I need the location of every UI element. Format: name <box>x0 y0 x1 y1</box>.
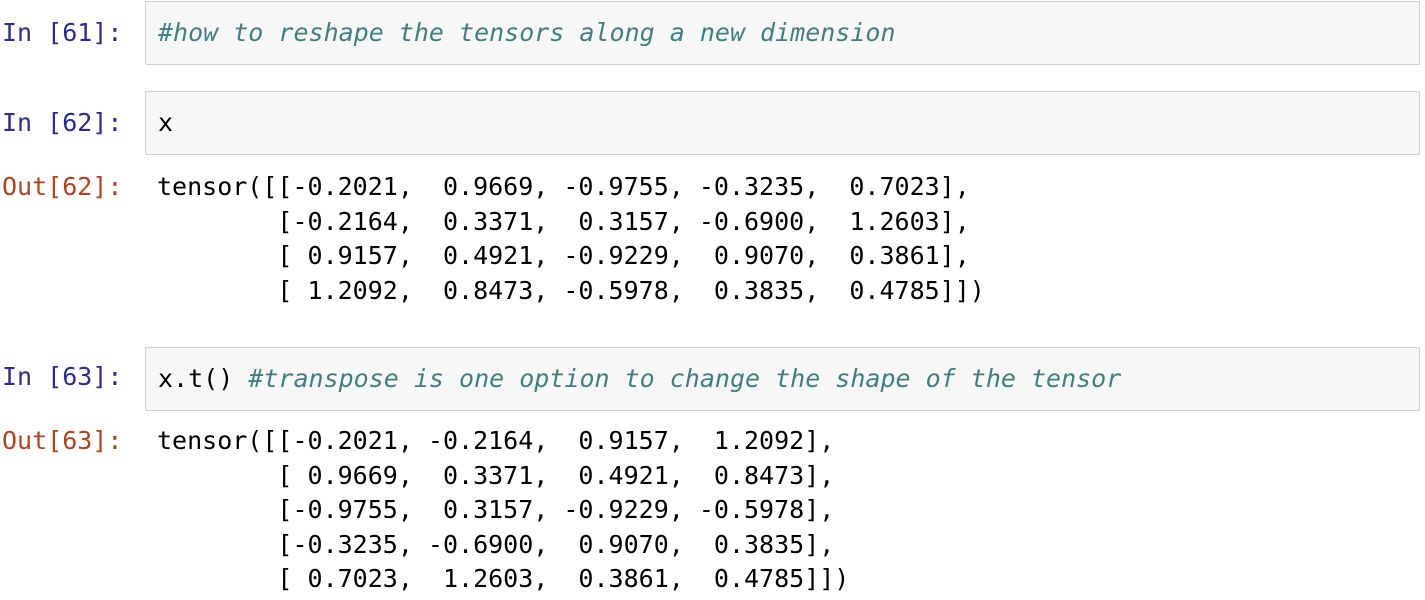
code-comment: #transpose is one option to change the s… <box>248 364 1122 393</box>
input-prompt: In [63]: <box>2 362 123 391</box>
code-text: x.t() #transpose is one option to change… <box>158 361 1121 397</box>
output-prompt: Out[63]: <box>2 426 123 455</box>
code-text: x <box>158 105 173 141</box>
input-prompt: In [62]: <box>2 108 123 137</box>
cell-output: tensor([[-0.2021, 0.9669, -0.9755, -0.32… <box>157 172 985 305</box>
code-input-area[interactable]: x <box>145 91 1420 155</box>
code-input-area[interactable]: x.t() #transpose is one option to change… <box>145 347 1420 411</box>
code-statement: x <box>158 108 174 137</box>
input-prompt: In [61]: <box>2 18 123 47</box>
code-statement: x.t() <box>158 364 249 393</box>
code-input-area[interactable]: #how to reshape the tensors along a new … <box>145 1 1420 65</box>
cell-output: tensor([[-0.2021, -0.2164, 0.9157, 1.209… <box>157 426 850 593</box>
code-text: #how to reshape the tensors along a new … <box>158 15 896 51</box>
output-prompt: Out[62]: <box>2 172 123 201</box>
code-comment: #how to reshape the tensors along a new … <box>158 18 896 47</box>
